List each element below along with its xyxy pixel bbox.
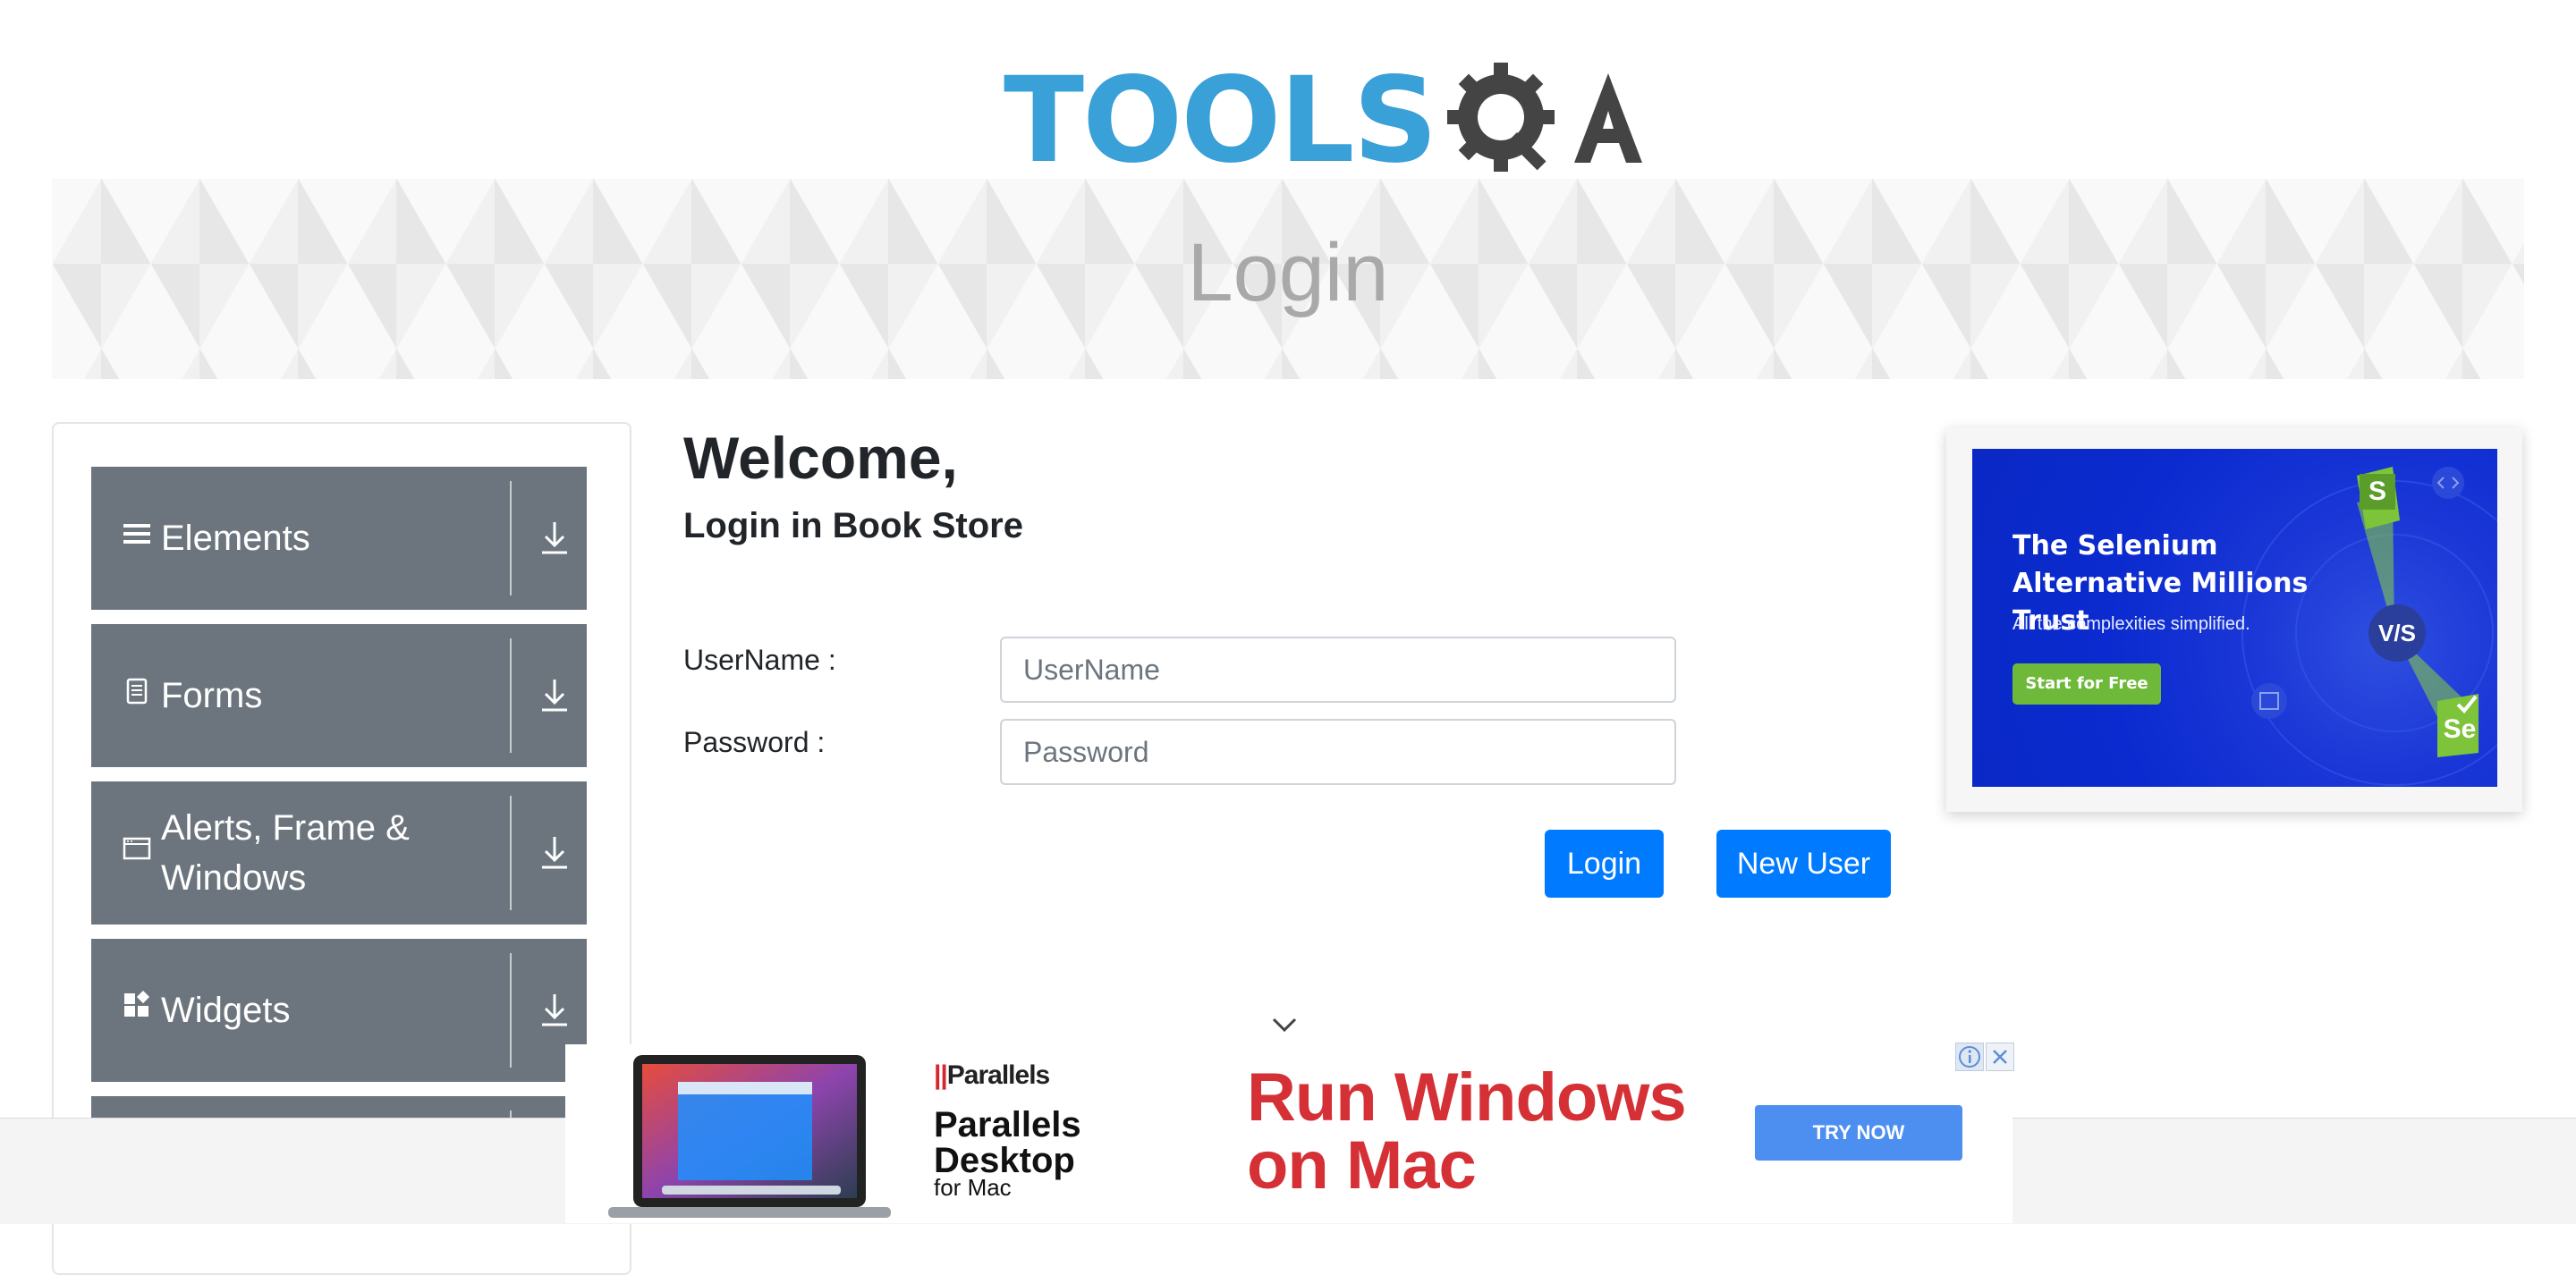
headline-line2: on Mac [1247,1127,1477,1203]
download-icon[interactable] [526,824,583,882]
sidebar-item-label: Elements [161,519,310,558]
download-icon[interactable] [526,667,583,724]
ad-right-tagline: All the complexities simplified. [2012,614,2250,634]
document-icon [126,678,148,705]
hamburger-icon [123,524,150,544]
divider [510,796,512,910]
product-for-mac: for Mac [934,1174,1012,1201]
divider [510,953,512,1068]
username-label: UserName : [683,644,836,676]
ad-info-icon[interactable] [1955,1043,1984,1071]
parallels-logo: ||Parallels [934,1060,1050,1091]
logo-text-tools: TOOLS [1004,52,1438,190]
sidebar-item-label-line1: Alerts, Frame & [161,808,410,848]
checkmark-icon [2456,695,2478,713]
ad-right-cta-button[interactable]: Start for Free [2012,663,2161,705]
parallels-logo-text: Parallels [946,1060,1050,1090]
toolsqa-logo[interactable]: TOOLS QA [1004,27,1644,188]
product-name-line1: Parallels [934,1105,1081,1144]
username-input[interactable] [1000,637,1676,703]
browser-icon [2251,683,2287,719]
widgets-icon [124,991,150,1017]
headline-line1: Run Windows [1247,1060,1687,1136]
sidebar-item-label-line2: Windows [161,858,307,898]
sidebar-item-widgets[interactable]: Widgets [91,939,587,1082]
try-now-button[interactable]: TRY NOW [1755,1105,1962,1161]
chevron-down-icon[interactable] [1268,1009,1301,1041]
divider [510,638,512,753]
ad-bottom-headline: Run Windows on Mac [1247,1064,1748,1200]
page-title: Login [1187,227,1389,318]
logo-gear-icon [1446,63,1555,172]
ad-close-icon[interactable] [1986,1043,2014,1071]
welcome-heading: Welcome, [683,425,958,491]
parallels-bars-icon: || [934,1060,948,1090]
password-input[interactable] [1000,719,1676,785]
window-icon [123,837,151,860]
download-icon[interactable] [526,510,583,567]
new-user-button[interactable]: New User [1716,830,1891,898]
login-button[interactable]: Login [1545,830,1664,898]
sidebar-item-label: Forms [161,676,263,715]
sidebar-item-label: Widgets [161,991,291,1030]
divider [510,481,512,595]
sidebar-item-alerts-frame-windows[interactable]: Alerts, Frame & Windows [91,781,587,925]
password-label: Password : [683,726,826,758]
code-icon [2432,467,2464,499]
login-subtitle: Login in Book Store [683,506,1023,545]
vs-badge: V/S [2368,604,2426,662]
sidebar-item-elements[interactable]: Elements [91,467,587,610]
sidebar-item-forms[interactable]: Forms [91,624,587,767]
se-badge: Se [2443,714,2477,744]
logo-a-icon [1573,73,1642,163]
parallels-product-name: Parallels Desktop [934,1107,1081,1178]
s-badge: S [2360,474,2395,510]
laptop-image [608,1055,891,1218]
download-icon[interactable] [526,982,583,1039]
